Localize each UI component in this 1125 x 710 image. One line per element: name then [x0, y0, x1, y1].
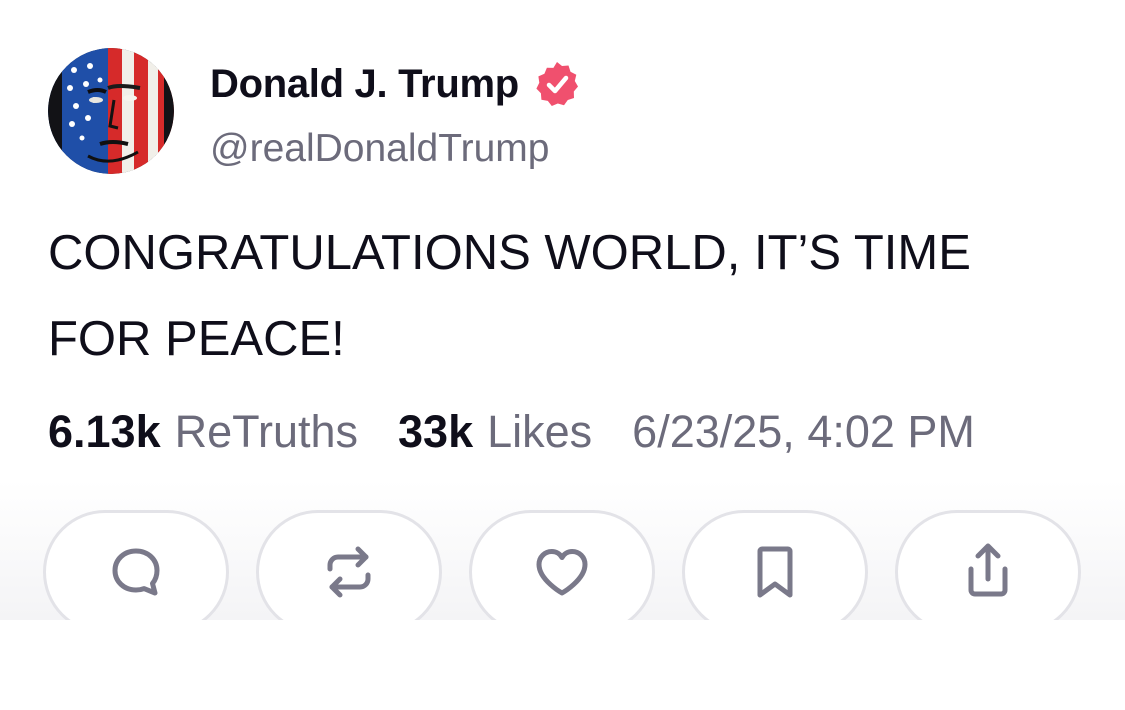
post-text-line: FOR PEACE! [48, 312, 345, 366]
likes-label[interactable]: Likes [487, 406, 592, 458]
author-name-row: Donald J. Trump [210, 58, 581, 110]
post-card: Donald J. Trump @realDonaldTrump CONGRAT… [0, 0, 1125, 620]
like-button[interactable] [469, 510, 655, 620]
likes-count[interactable]: 33k [398, 406, 473, 458]
share-button[interactable] [895, 510, 1081, 620]
author-handle[interactable]: @realDonaldTrump [210, 127, 549, 171]
bookmark-button[interactable] [682, 510, 868, 620]
flag-face-avatar-icon [48, 48, 174, 174]
retruths-count[interactable]: 6.13k [48, 406, 161, 458]
post-timestamp: 6/23/25, 4:02 PM [632, 406, 975, 457]
share-icon [968, 543, 1008, 597]
action-bar [0, 510, 1125, 620]
post-stats: 6.13k ReTruths 33k Likes 6/23/25, 4:02 P… [48, 400, 975, 464]
avatar[interactable] [48, 48, 174, 174]
bookmark-icon [757, 546, 793, 598]
reply-icon [112, 548, 160, 596]
retruths-label[interactable]: ReTruths [175, 406, 358, 458]
post-text: CONGRATULATIONS WORLD, IT’S TIME FOR PEA… [48, 210, 1088, 382]
like-icon [536, 549, 588, 596]
reply-button[interactable] [43, 510, 229, 620]
retruth-icon [327, 546, 371, 598]
retruth-button[interactable] [256, 510, 442, 620]
author-display-name[interactable]: Donald J. Trump [210, 62, 519, 107]
verified-badge-icon [533, 60, 581, 108]
post-text-line: CONGRATULATIONS WORLD, IT’S TIME [48, 226, 971, 280]
empty-footer-area [0, 620, 1125, 710]
